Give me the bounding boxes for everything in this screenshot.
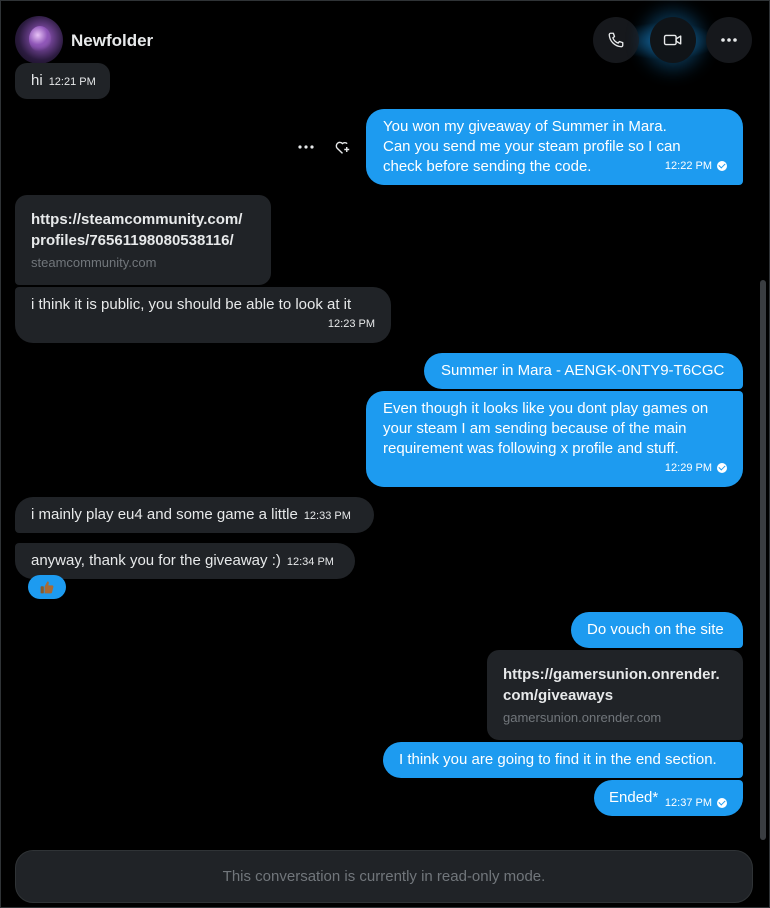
message-status: 12:23 PM (328, 314, 375, 334)
message-outgoing[interactable]: Summer in Mara - AENGK-0NTY9-T6CGC (424, 353, 743, 389)
avatar[interactable] (15, 16, 63, 64)
message-text: Do vouch on the site (587, 621, 724, 638)
message-status: 12:37 PM (665, 793, 727, 813)
link-domain: steamcommunity.com (31, 255, 157, 270)
message-text: anyway, thank you for the giveaway :) (31, 552, 281, 569)
more-options-button[interactable] (706, 17, 752, 63)
link-title-line: https://gamersunion.onrender. (503, 666, 720, 683)
message-incoming[interactable]: i think it is public, you should be able… (15, 287, 391, 343)
message-time: 12:37 PM (664, 797, 712, 809)
video-call-button[interactable] (650, 17, 696, 63)
message-line: requirement was following x profile and … (383, 440, 679, 457)
read-check-icon (717, 463, 727, 473)
call-button[interactable] (593, 17, 639, 63)
link-title-line: https://steamcommunity.com/ (31, 211, 243, 228)
contact-name[interactable]: Newfolder (71, 31, 153, 51)
message-status: 12:29 PM (665, 458, 727, 478)
add-reaction-icon[interactable] (333, 138, 351, 156)
scrollbar[interactable] (760, 280, 766, 840)
read-only-text: This conversation is currently in read-o… (222, 868, 546, 885)
thumbs-up-icon (40, 581, 54, 594)
conversation-header: Newfolder (0, 0, 770, 70)
message-line: You won my giveaway of Summer in Mara. (383, 118, 667, 135)
message-text: hi (31, 72, 43, 89)
more-horizontal-icon (721, 38, 737, 42)
message-text: Summer in Mara - AENGK-0NTY9-T6CGC (441, 362, 725, 379)
message-line: Can you send me your steam profile so I … (383, 138, 681, 155)
read-only-notice: This conversation is currently in read-o… (15, 850, 753, 903)
message-incoming[interactable]: hi 12:21 PM (15, 63, 110, 99)
link-preview-card[interactable]: https://steamcommunity.com/ profiles/765… (15, 195, 271, 285)
link-domain: gamersunion.onrender.com (503, 710, 662, 725)
message-time: 12:23 PM (327, 318, 375, 330)
link-title-line: profiles/76561198080538116/ (31, 232, 234, 249)
video-icon (663, 34, 682, 46)
read-check-icon (717, 798, 727, 808)
message-line: Even though it looks like you dont play … (383, 400, 709, 417)
message-outgoing[interactable]: I think you are going to find it in the … (383, 742, 743, 778)
message-status: 12:22 PM (665, 156, 727, 176)
message-time: 12:34 PM (286, 556, 334, 568)
message-text: i think it is public, you should be able… (31, 296, 352, 313)
message-outgoing[interactable]: Even though it looks like you dont play … (366, 391, 743, 487)
read-check-icon (717, 161, 727, 171)
message-time: 12:33 PM (303, 510, 351, 522)
message-text: i mainly play eu4 and some game a little (31, 506, 298, 523)
more-actions-icon[interactable] (297, 138, 315, 156)
message-outgoing[interactable]: Ended* 12:37 PM (594, 780, 743, 816)
message-text: I think you are going to find it in the … (399, 751, 717, 768)
message-time: 12:21 PM (48, 76, 96, 88)
message-outgoing[interactable]: Do vouch on the site (571, 612, 743, 648)
message-time: 12:22 PM (664, 160, 712, 172)
message-outgoing[interactable]: You won my giveaway of Summer in Mara. C… (366, 109, 743, 185)
message-line: your steam I am sending because of the m… (383, 420, 687, 437)
message-incoming[interactable]: i mainly play eu4 and some game a little… (15, 497, 374, 533)
message-incoming[interactable]: anyway, thank you for the giveaway :) 12:… (15, 543, 355, 579)
message-text: Ended* (609, 789, 659, 806)
phone-icon (608, 32, 624, 48)
message-time: 12:29 PM (664, 462, 712, 474)
link-title-line: com/giveaways (503, 687, 614, 704)
reaction-badge[interactable] (28, 575, 66, 599)
link-preview-card[interactable]: https://gamersunion.onrender. com/giveaw… (487, 650, 743, 740)
